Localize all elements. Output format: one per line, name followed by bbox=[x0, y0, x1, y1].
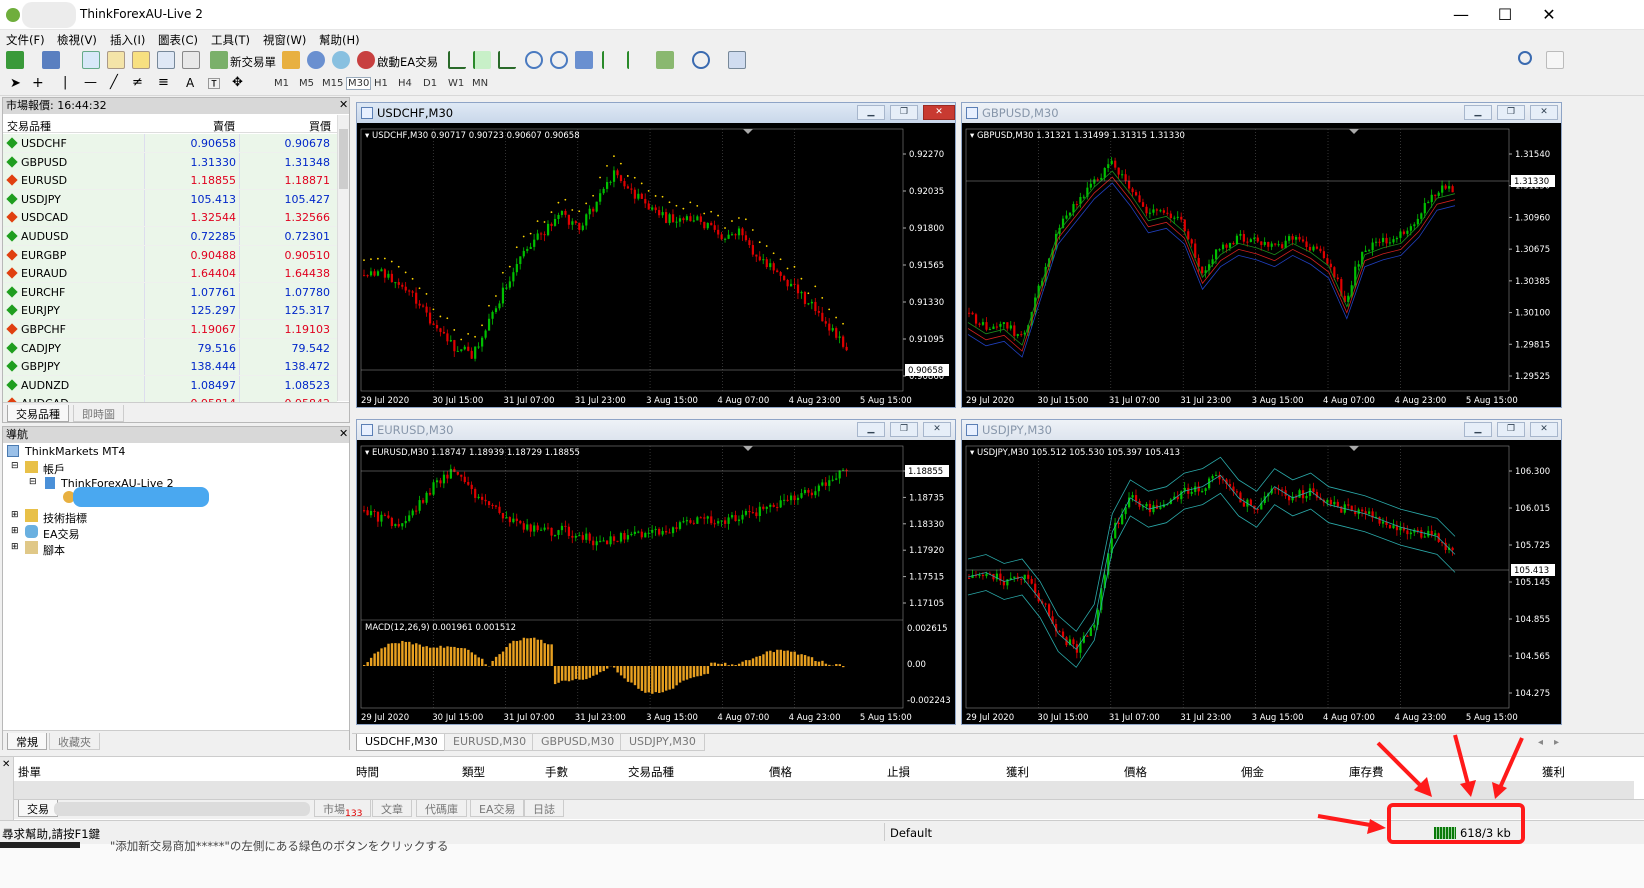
annotation-overlay bbox=[1317, 734, 1525, 844]
arrow-head-2 bbox=[1460, 780, 1476, 797]
annotation-arrow-3 bbox=[1497, 737, 1524, 791]
arrow-head-4 bbox=[1367, 819, 1386, 834]
annotation-arrow-2 bbox=[1453, 734, 1471, 789]
highlight-box bbox=[1387, 803, 1525, 844]
annotation-arrow-1 bbox=[1376, 741, 1428, 793]
annotation-arrow-4 bbox=[1317, 814, 1377, 828]
